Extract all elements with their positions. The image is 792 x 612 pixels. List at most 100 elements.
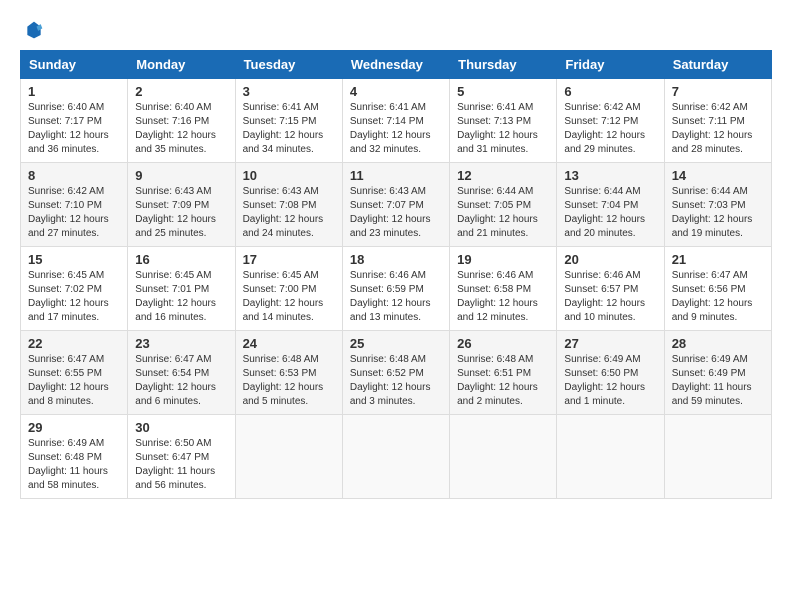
day-number: 13 <box>564 168 656 183</box>
day-info: Sunrise: 6:44 AMSunset: 7:05 PMDaylight:… <box>457 185 549 241</box>
day-number: 2 <box>135 84 227 99</box>
day-number: 17 <box>243 252 335 267</box>
day-number: 22 <box>28 336 120 351</box>
day-info: Sunrise: 6:41 AMSunset: 7:15 PMDaylight:… <box>243 101 335 157</box>
day-number: 5 <box>457 84 549 99</box>
day-number: 14 <box>672 168 764 183</box>
calendar-cell: 18 Sunrise: 6:46 AMSunset: 6:59 PMDaylig… <box>342 247 449 331</box>
calendar-cell: 19 Sunrise: 6:46 AMSunset: 6:58 PMDaylig… <box>450 247 557 331</box>
calendar-cell: 8 Sunrise: 6:42 AMSunset: 7:10 PMDayligh… <box>21 163 128 247</box>
day-number: 4 <box>350 84 442 99</box>
day-number: 23 <box>135 336 227 351</box>
calendar-cell: 3 Sunrise: 6:41 AMSunset: 7:15 PMDayligh… <box>235 79 342 163</box>
day-info: Sunrise: 6:44 AMSunset: 7:03 PMDaylight:… <box>672 185 764 241</box>
calendar-table: SundayMondayTuesdayWednesdayThursdayFrid… <box>20 50 772 499</box>
calendar-cell: 27 Sunrise: 6:49 AMSunset: 6:50 PMDaylig… <box>557 331 664 415</box>
calendar-cell: 22 Sunrise: 6:47 AMSunset: 6:55 PMDaylig… <box>21 331 128 415</box>
day-number: 9 <box>135 168 227 183</box>
day-number: 30 <box>135 420 227 435</box>
calendar-week-1: 1 Sunrise: 6:40 AMSunset: 7:17 PMDayligh… <box>21 79 772 163</box>
day-info: Sunrise: 6:44 AMSunset: 7:04 PMDaylight:… <box>564 185 656 241</box>
day-info: Sunrise: 6:40 AMSunset: 7:16 PMDaylight:… <box>135 101 227 157</box>
day-number: 1 <box>28 84 120 99</box>
day-number: 24 <box>243 336 335 351</box>
day-info: Sunrise: 6:48 AMSunset: 6:53 PMDaylight:… <box>243 353 335 409</box>
calendar-cell: 30 Sunrise: 6:50 AMSunset: 6:47 PMDaylig… <box>128 415 235 499</box>
logo <box>20 20 46 40</box>
day-info: Sunrise: 6:48 AMSunset: 6:52 PMDaylight:… <box>350 353 442 409</box>
day-info: Sunrise: 6:49 AMSunset: 6:48 PMDaylight:… <box>28 437 120 493</box>
calendar-cell: 11 Sunrise: 6:43 AMSunset: 7:07 PMDaylig… <box>342 163 449 247</box>
page-header <box>20 20 772 40</box>
day-number: 27 <box>564 336 656 351</box>
calendar-header-row: SundayMondayTuesdayWednesdayThursdayFrid… <box>21 51 772 79</box>
day-number: 10 <box>243 168 335 183</box>
calendar-cell <box>450 415 557 499</box>
day-number: 15 <box>28 252 120 267</box>
day-number: 19 <box>457 252 549 267</box>
day-info: Sunrise: 6:46 AMSunset: 6:59 PMDaylight:… <box>350 269 442 325</box>
calendar-cell: 12 Sunrise: 6:44 AMSunset: 7:05 PMDaylig… <box>450 163 557 247</box>
day-info: Sunrise: 6:47 AMSunset: 6:56 PMDaylight:… <box>672 269 764 325</box>
day-info: Sunrise: 6:42 AMSunset: 7:11 PMDaylight:… <box>672 101 764 157</box>
day-info: Sunrise: 6:43 AMSunset: 7:09 PMDaylight:… <box>135 185 227 241</box>
day-number: 16 <box>135 252 227 267</box>
day-number: 29 <box>28 420 120 435</box>
calendar-cell: 26 Sunrise: 6:48 AMSunset: 6:51 PMDaylig… <box>450 331 557 415</box>
calendar-cell: 16 Sunrise: 6:45 AMSunset: 7:01 PMDaylig… <box>128 247 235 331</box>
day-info: Sunrise: 6:47 AMSunset: 6:54 PMDaylight:… <box>135 353 227 409</box>
day-info: Sunrise: 6:43 AMSunset: 7:08 PMDaylight:… <box>243 185 335 241</box>
day-number: 6 <box>564 84 656 99</box>
day-number: 3 <box>243 84 335 99</box>
calendar-cell: 28 Sunrise: 6:49 AMSunset: 6:49 PMDaylig… <box>664 331 771 415</box>
day-number: 21 <box>672 252 764 267</box>
day-info: Sunrise: 6:41 AMSunset: 7:13 PMDaylight:… <box>457 101 549 157</box>
day-number: 28 <box>672 336 764 351</box>
day-info: Sunrise: 6:45 AMSunset: 7:00 PMDaylight:… <box>243 269 335 325</box>
day-header-wednesday: Wednesday <box>342 51 449 79</box>
calendar-cell: 4 Sunrise: 6:41 AMSunset: 7:14 PMDayligh… <box>342 79 449 163</box>
calendar-cell: 2 Sunrise: 6:40 AMSunset: 7:16 PMDayligh… <box>128 79 235 163</box>
calendar-cell <box>664 415 771 499</box>
day-info: Sunrise: 6:40 AMSunset: 7:17 PMDaylight:… <box>28 101 120 157</box>
calendar-week-5: 29 Sunrise: 6:49 AMSunset: 6:48 PMDaylig… <box>21 415 772 499</box>
day-header-saturday: Saturday <box>664 51 771 79</box>
day-info: Sunrise: 6:43 AMSunset: 7:07 PMDaylight:… <box>350 185 442 241</box>
day-number: 8 <box>28 168 120 183</box>
calendar-cell: 20 Sunrise: 6:46 AMSunset: 6:57 PMDaylig… <box>557 247 664 331</box>
calendar-cell <box>342 415 449 499</box>
day-number: 26 <box>457 336 549 351</box>
day-number: 7 <box>672 84 764 99</box>
calendar-cell: 21 Sunrise: 6:47 AMSunset: 6:56 PMDaylig… <box>664 247 771 331</box>
day-info: Sunrise: 6:49 AMSunset: 6:49 PMDaylight:… <box>672 353 764 409</box>
day-header-monday: Monday <box>128 51 235 79</box>
day-number: 11 <box>350 168 442 183</box>
logo-icon <box>24 20 44 40</box>
day-info: Sunrise: 6:47 AMSunset: 6:55 PMDaylight:… <box>28 353 120 409</box>
day-header-thursday: Thursday <box>450 51 557 79</box>
day-info: Sunrise: 6:41 AMSunset: 7:14 PMDaylight:… <box>350 101 442 157</box>
calendar-cell: 10 Sunrise: 6:43 AMSunset: 7:08 PMDaylig… <box>235 163 342 247</box>
calendar-cell: 5 Sunrise: 6:41 AMSunset: 7:13 PMDayligh… <box>450 79 557 163</box>
calendar-week-2: 8 Sunrise: 6:42 AMSunset: 7:10 PMDayligh… <box>21 163 772 247</box>
day-number: 18 <box>350 252 442 267</box>
day-header-friday: Friday <box>557 51 664 79</box>
day-info: Sunrise: 6:50 AMSunset: 6:47 PMDaylight:… <box>135 437 227 493</box>
day-number: 12 <box>457 168 549 183</box>
day-number: 20 <box>564 252 656 267</box>
calendar-cell: 24 Sunrise: 6:48 AMSunset: 6:53 PMDaylig… <box>235 331 342 415</box>
day-info: Sunrise: 6:42 AMSunset: 7:12 PMDaylight:… <box>564 101 656 157</box>
calendar-cell: 7 Sunrise: 6:42 AMSunset: 7:11 PMDayligh… <box>664 79 771 163</box>
calendar-cell: 25 Sunrise: 6:48 AMSunset: 6:52 PMDaylig… <box>342 331 449 415</box>
day-info: Sunrise: 6:48 AMSunset: 6:51 PMDaylight:… <box>457 353 549 409</box>
calendar-cell: 29 Sunrise: 6:49 AMSunset: 6:48 PMDaylig… <box>21 415 128 499</box>
calendar-cell: 15 Sunrise: 6:45 AMSunset: 7:02 PMDaylig… <box>21 247 128 331</box>
day-info: Sunrise: 6:49 AMSunset: 6:50 PMDaylight:… <box>564 353 656 409</box>
day-info: Sunrise: 6:42 AMSunset: 7:10 PMDaylight:… <box>28 185 120 241</box>
calendar-week-3: 15 Sunrise: 6:45 AMSunset: 7:02 PMDaylig… <box>21 247 772 331</box>
day-info: Sunrise: 6:46 AMSunset: 6:57 PMDaylight:… <box>564 269 656 325</box>
day-info: Sunrise: 6:45 AMSunset: 7:02 PMDaylight:… <box>28 269 120 325</box>
calendar-week-4: 22 Sunrise: 6:47 AMSunset: 6:55 PMDaylig… <box>21 331 772 415</box>
calendar-cell: 6 Sunrise: 6:42 AMSunset: 7:12 PMDayligh… <box>557 79 664 163</box>
day-info: Sunrise: 6:46 AMSunset: 6:58 PMDaylight:… <box>457 269 549 325</box>
